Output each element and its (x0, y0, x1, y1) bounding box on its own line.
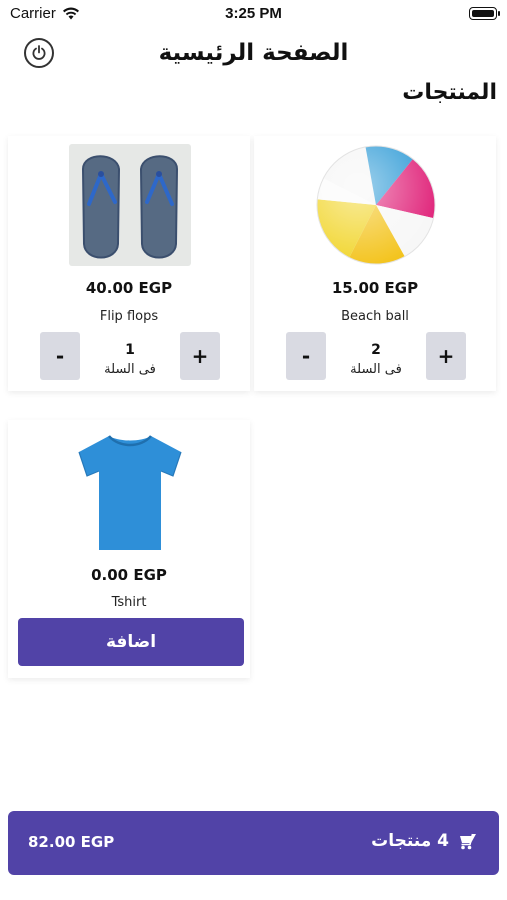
home-screen: Carrier 3:25 PM الصفحة الرئيسية المنتجات (0, 0, 507, 900)
product-name: Tshirt (111, 595, 147, 610)
tshirt-image (69, 428, 191, 550)
quantity-value: 2 (371, 342, 381, 358)
increase-quantity-button[interactable]: + (180, 332, 220, 380)
product-price: 0.00 EGP (91, 566, 167, 584)
decrease-quantity-button[interactable]: - (286, 332, 326, 380)
status-time: 3:25 PM (225, 5, 282, 22)
battery-icon (469, 7, 500, 20)
flip-flops-image (69, 144, 191, 266)
in-cart-label: فى السلة (350, 362, 402, 377)
product-card-tshirt[interactable]: 0.00 EGP Tshirt اضافة (8, 420, 250, 678)
product-card-flip-flops[interactable]: 40.00 EGP Flip flops - 1 فى السلة + (8, 136, 250, 391)
status-bar: Carrier 3:25 PM (0, 0, 507, 28)
add-to-cart-button[interactable]: اضافة (18, 618, 244, 666)
product-price: 40.00 EGP (85, 279, 173, 297)
cart-count-group: 4 منتجات (371, 831, 477, 851)
quantity-value: 1 (125, 342, 135, 358)
product-name: Flip flops (99, 309, 159, 324)
product-name: Beach ball (341, 309, 409, 324)
product-card-beach-ball[interactable]: 15.00 EGP Beach ball - 2 فى السلة + (254, 136, 496, 391)
cart-summary-bar[interactable]: 82.00 EGP 4 منتجات (8, 811, 499, 875)
cart-count-label: 4 منتجات (371, 831, 449, 851)
section-title-products: المنتجات (402, 80, 497, 105)
beach-ball-image (316, 145, 436, 265)
page-title: الصفحة الرئيسية (158, 40, 349, 66)
cart-total: 82.00 EGP (28, 833, 115, 851)
product-price: 15.00 EGP (331, 279, 419, 297)
cart-icon (460, 833, 476, 850)
decrease-quantity-button[interactable]: - (40, 332, 80, 380)
in-cart-label: فى السلة (104, 362, 156, 377)
increase-quantity-button[interactable]: + (426, 332, 466, 380)
